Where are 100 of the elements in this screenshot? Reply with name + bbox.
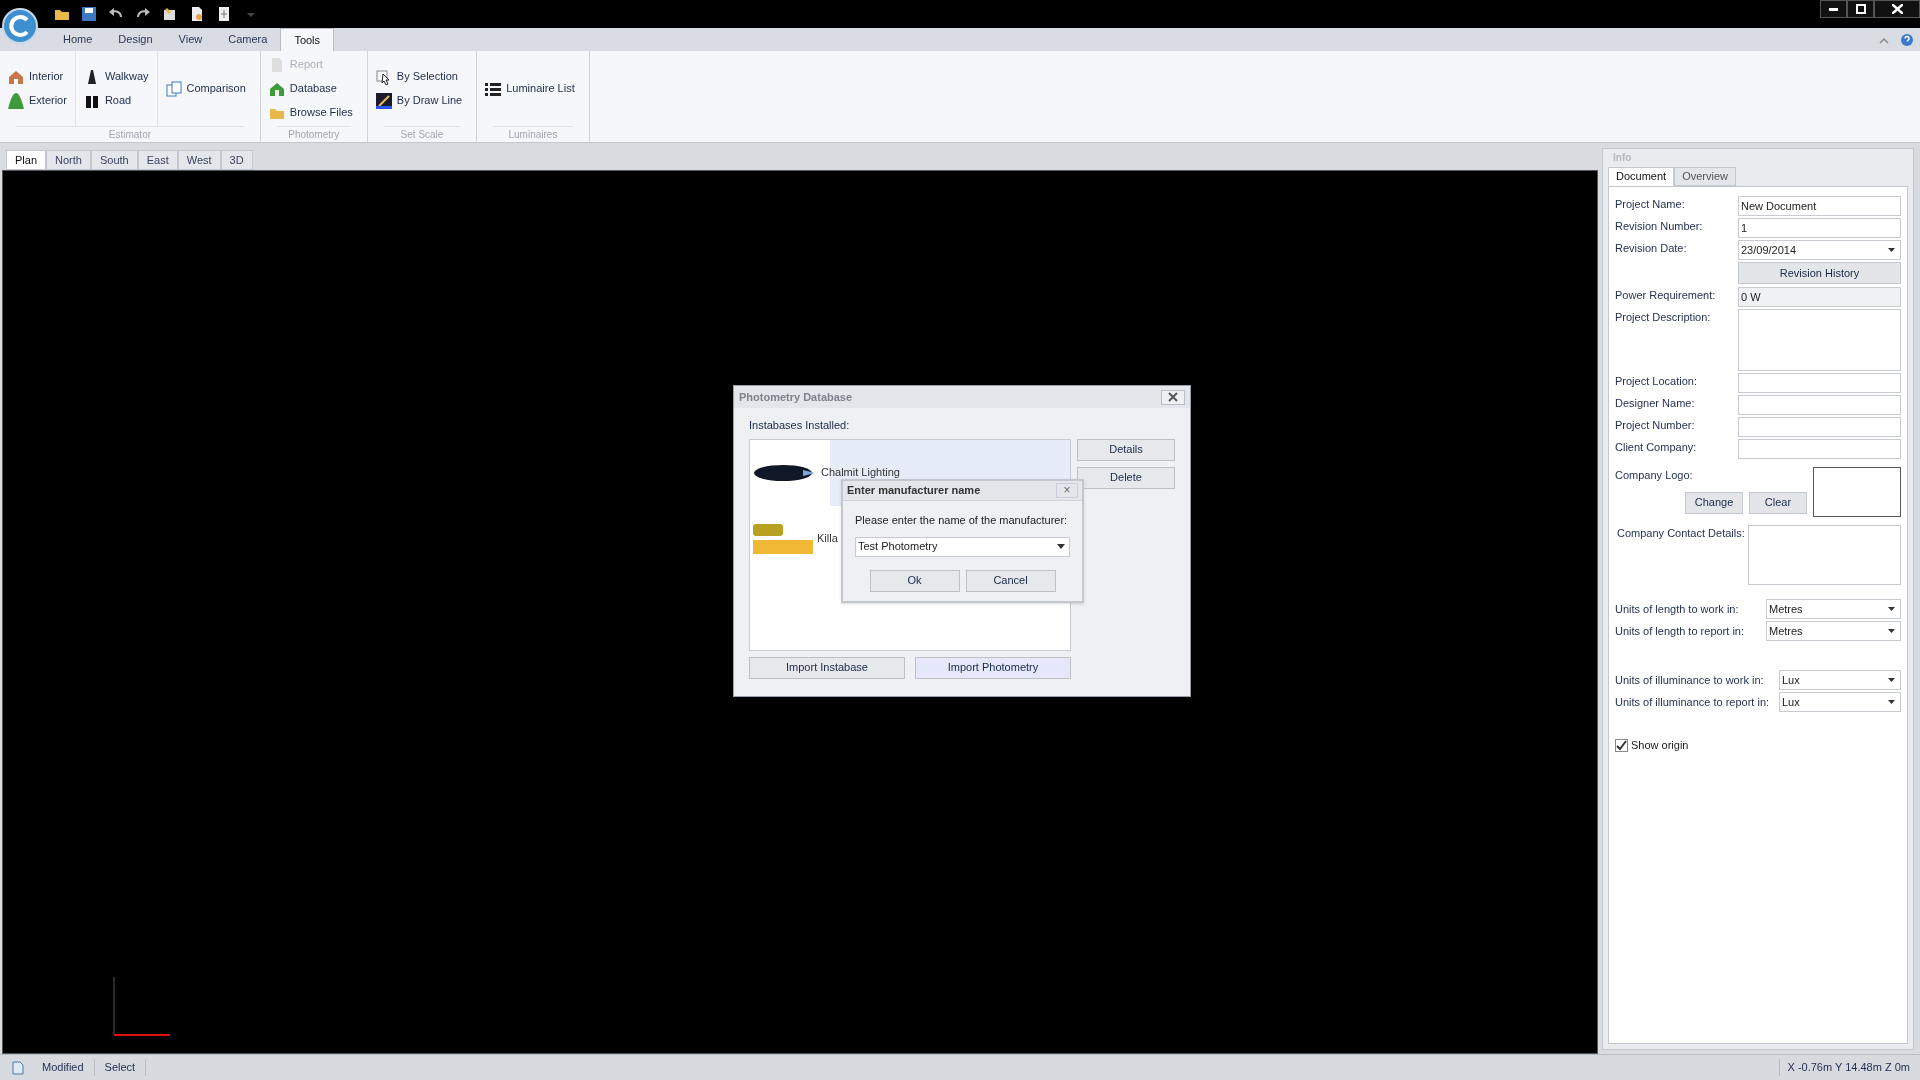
ribbon-tab[interactable]: Tools [280, 28, 335, 51]
group-label: Estimator [16, 126, 244, 142]
dialog-button[interactable]: Delete [1077, 466, 1175, 489]
units-dropdown[interactable]: Metres [1766, 599, 1901, 619]
logo-button[interactable]: Change [1685, 491, 1743, 514]
ribbon-button[interactable]: Luminaire List [483, 78, 577, 99]
close-button[interactable] [1874, 0, 1920, 18]
close-button[interactable] [1161, 389, 1185, 405]
units-dropdown[interactable]: Lux [1779, 670, 1901, 690]
field-label: Power Requirement: [1615, 288, 1717, 303]
text-field[interactable] [1738, 373, 1901, 393]
manufacturer-combobox[interactable]: Test Photometry [855, 536, 1070, 557]
field-label: Designer Name: [1615, 396, 1696, 411]
ribbon-button[interactable]: Road [81, 90, 151, 111]
dialog-button[interactable]: Cancel [965, 569, 1056, 592]
field-label: Revision Number: [1615, 219, 1704, 234]
ribbon-tab[interactable]: Design [105, 28, 166, 51]
revision-history-button[interactable]: Revision History [1738, 262, 1901, 284]
checkmark-icon [1616, 739, 1627, 751]
text-field[interactable]: New Document [1738, 196, 1901, 216]
field-label: Project Location: [1615, 374, 1698, 389]
dropdown-arrow-icon [1888, 629, 1895, 633]
ribbon-tab[interactable]: Home [50, 28, 106, 51]
date-dropdown[interactable]: 23/09/2014 [1738, 240, 1901, 260]
ribbon-button[interactable]: Exterior [6, 90, 69, 111]
coordinates-text: X -0.76m Y 14.48m Z 0m [1778, 1059, 1920, 1076]
dialog-button[interactable]: Ok [869, 569, 960, 592]
field-label: Units of length to report in: [1615, 623, 1745, 639]
ribbon-button[interactable]: Comparison [163, 78, 248, 99]
help-icon[interactable] [1900, 32, 1914, 47]
page-status-icon [10, 1060, 24, 1075]
close-icon [1168, 392, 1178, 402]
dropdown-arrow-icon [1057, 544, 1065, 549]
ribbon-tab[interactable]: View [165, 28, 216, 51]
text-field[interactable] [1738, 439, 1901, 459]
field-label: Units of illuminance to work in: [1615, 672, 1765, 688]
field-label: Units of illuminance to report in: [1615, 694, 1771, 710]
group-label: Luminaires [493, 126, 573, 142]
drawing-canvas[interactable] [2, 170, 1598, 1054]
elevation-tab[interactable]: South [90, 150, 138, 170]
restore-icon [1855, 4, 1866, 14]
pointer-icon [375, 68, 392, 85]
ribbon-button[interactable]: By Draw Line [373, 90, 465, 111]
dropdown-arrow-icon [1888, 678, 1895, 682]
group-label: Set Scale [383, 126, 461, 142]
text-field[interactable] [1738, 417, 1901, 437]
field-label: Revision Date: [1615, 241, 1688, 256]
save-icon[interactable] [81, 6, 97, 22]
ribbon-button[interactable]: Browse Files [266, 102, 355, 123]
panel-tab[interactable]: Document [1608, 167, 1675, 186]
restore-button[interactable] [1847, 0, 1874, 18]
instabase-name: Killa [817, 531, 838, 547]
house-icon [8, 68, 24, 85]
close-button[interactable]: × [1056, 483, 1078, 498]
ribbon-button[interactable]: Interior [6, 66, 69, 87]
database-house-icon [268, 80, 285, 97]
dropdown-arrow-icon [1888, 700, 1895, 704]
minimize-icon [1829, 7, 1838, 11]
field-label: Units of length to work in: [1615, 601, 1740, 617]
field-label: Client Company: [1615, 440, 1698, 455]
document-icon[interactable] [189, 6, 205, 22]
units-dropdown[interactable]: Lux [1779, 692, 1901, 712]
field-label: Project Description: [1615, 310, 1712, 325]
import-button[interactable]: Import Instabase [749, 656, 905, 679]
brand-logo-icon [753, 521, 813, 556]
elevation-tab[interactable]: West [177, 150, 221, 170]
dialog-title: Photometry Database [739, 389, 853, 405]
logo-button[interactable]: Clear [1749, 491, 1807, 514]
text-field[interactable]: 1 [1738, 218, 1901, 238]
field-label: Project Name: [1615, 197, 1686, 212]
elevation-tab[interactable]: Plan [6, 150, 47, 170]
field-label: Company Logo: [1615, 468, 1694, 483]
checkbox[interactable] [1615, 738, 1628, 752]
text-field[interactable]: 0 W [1738, 287, 1901, 307]
pencil-line-icon [375, 92, 392, 109]
wizard-icon[interactable] [162, 6, 178, 22]
show-origin-checkbox[interactable]: Show origin [1615, 737, 1901, 754]
text-field[interactable] [1738, 395, 1901, 415]
grass-mound-icon [8, 92, 24, 109]
logo-box[interactable] [1813, 467, 1901, 517]
page-grid-icon[interactable] [216, 6, 232, 22]
panel-tab[interactable]: Overview [1674, 167, 1736, 186]
ribbon-button[interactable]: Database [266, 78, 355, 99]
minimize-button[interactable] [1820, 0, 1847, 18]
close-icon [1891, 4, 1903, 14]
dialog-button[interactable]: Details [1077, 438, 1175, 461]
elevation-tab[interactable]: East [137, 150, 178, 170]
list-label: Instabases Installed: [749, 418, 851, 433]
ribbon-button[interactable]: Walkway [81, 66, 151, 87]
dropdown-arrow-icon [1888, 248, 1895, 252]
elevation-tab[interactable]: North [46, 150, 91, 170]
ribbon-button[interactable]: By Selection [373, 66, 465, 87]
instabase-name: Chalmit Lighting [821, 465, 900, 481]
status-text: Select [94, 1059, 147, 1076]
status-text: Modified [32, 1059, 95, 1076]
elevation-tab[interactable]: 3D [220, 150, 253, 170]
ribbon-tab[interactable]: Camera [215, 28, 281, 51]
pages-icon [165, 80, 182, 97]
units-dropdown[interactable]: Metres [1766, 621, 1901, 641]
import-button[interactable]: Import Photometry [915, 656, 1071, 679]
